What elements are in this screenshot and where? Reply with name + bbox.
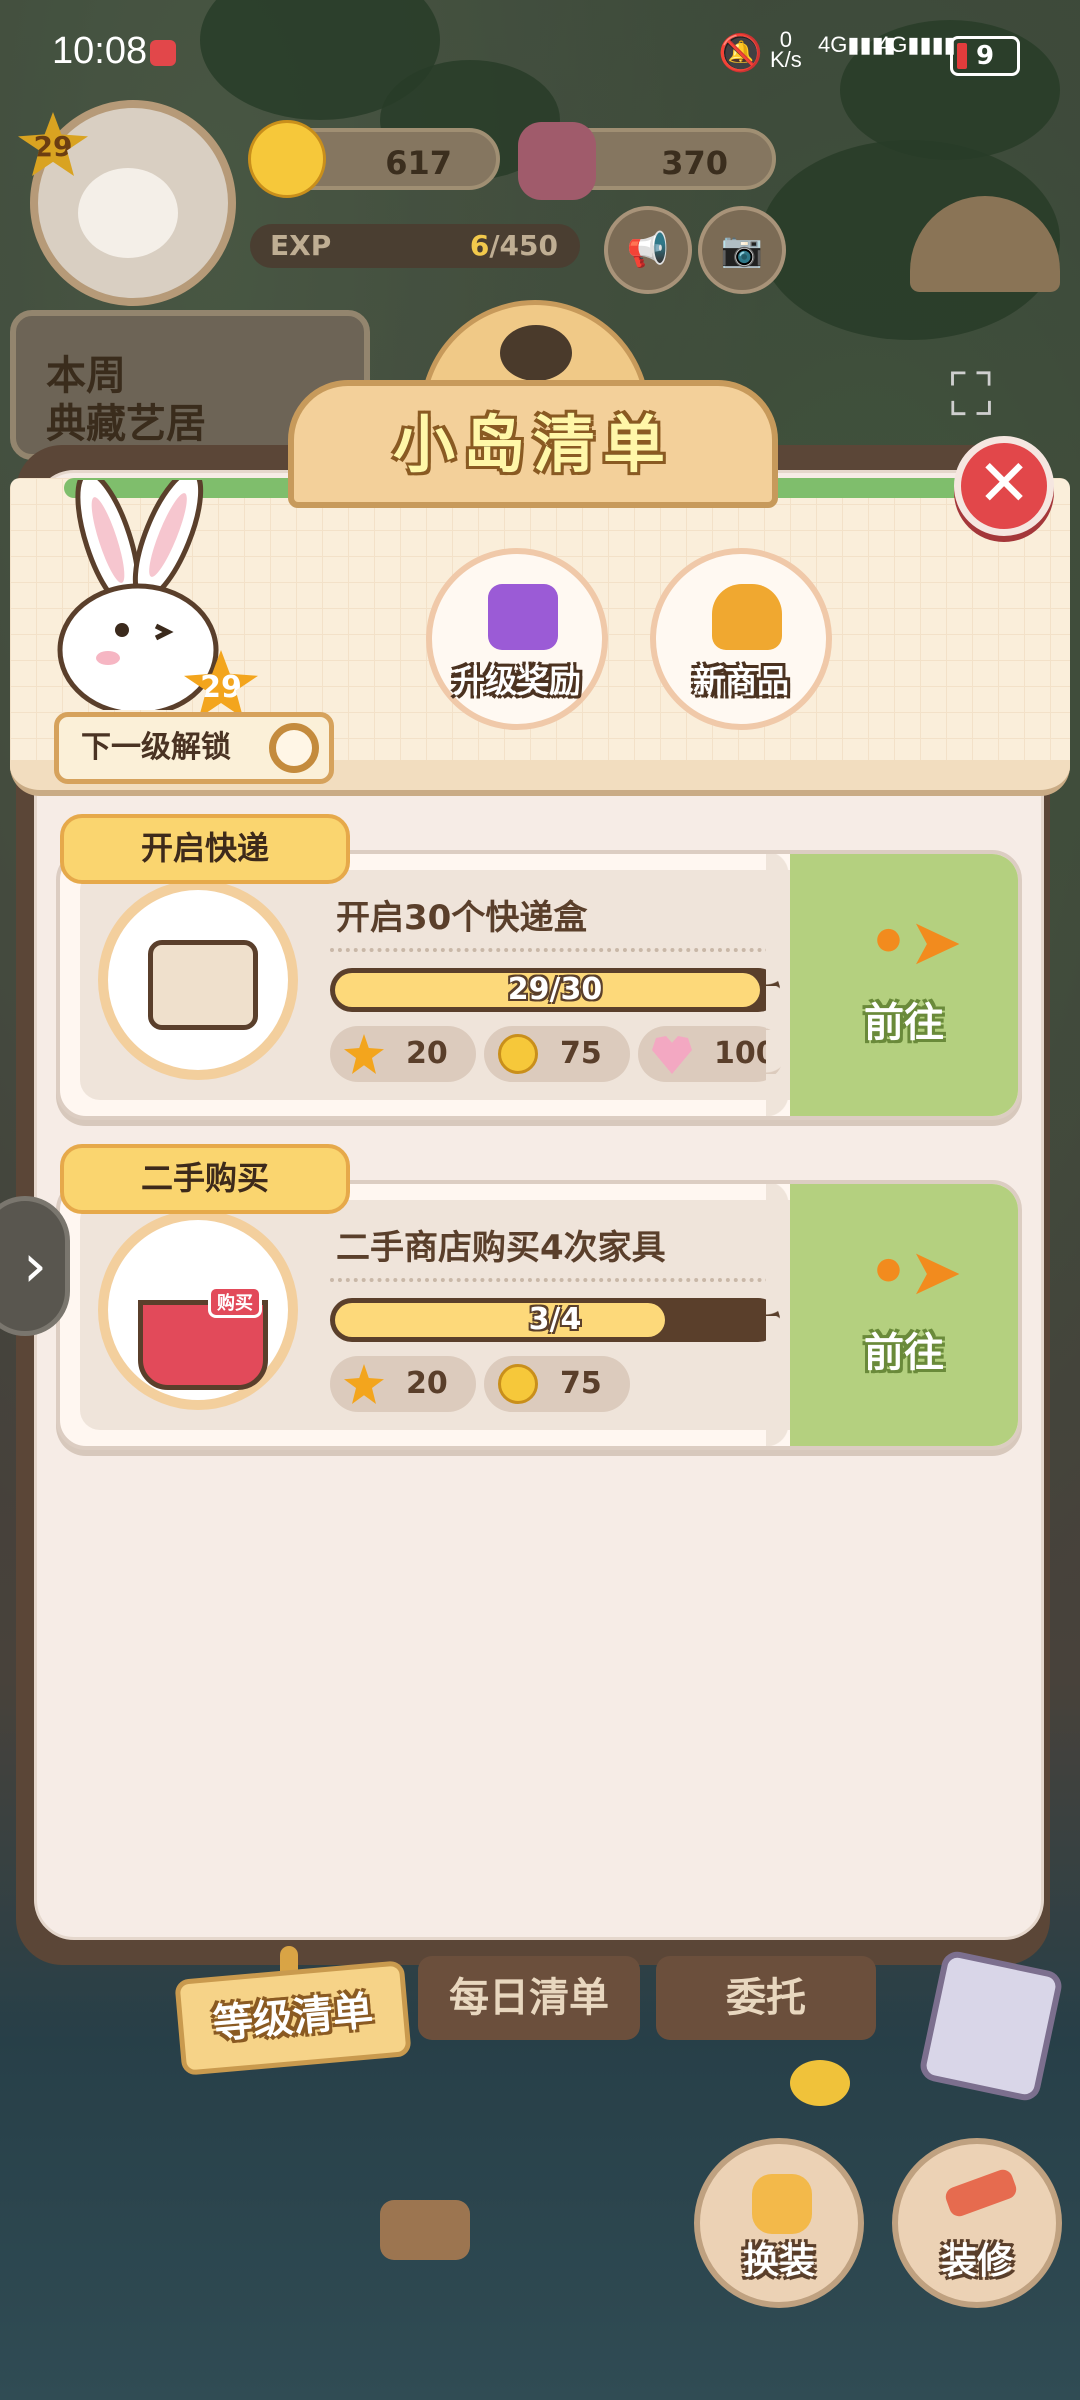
signal-icon: 4G▮▮▮▮ [878,32,956,57]
tab-level-list[interactable]: 等级清单 [174,1960,412,2076]
buy-badge: 购买 [208,1286,262,1318]
rubber-duck-icon [790,2060,850,2106]
exp-value: 6/450 [469,229,558,262]
divider [330,948,770,952]
tab-daily-list[interactable]: 每日清单 [418,1956,640,2040]
chevron-right-icon: › [23,1231,47,1301]
coin-icon [498,1034,538,1074]
side-expand-button[interactable]: › [0,1196,70,1336]
exp-label: EXP [270,229,332,262]
go-button[interactable]: •➤ 前往 [766,854,1018,1116]
shopping-basket-icon: 购买 [98,1210,298,1410]
heart-icon [518,122,596,200]
reward-star: 20 [330,1026,476,1082]
fullscreen-icon[interactable]: ⛶ [950,360,1020,430]
wave-edge [766,1184,816,1446]
wave-edge [766,854,816,1116]
close-button[interactable]: ✕ [954,436,1054,536]
task-tag-secondhand: 二手购买 [60,1144,350,1214]
task-title: 开启30个快递盒 [336,898,588,938]
status-bar: 10:08 🔕 0 K/s 4G▮▮▮▮ 4G▮▮▮▮ 9 [0,0,1080,110]
go-label: 前往 [864,1330,944,1376]
upgrade-reward-label: 升级奖励 [452,662,581,700]
notification-icon [150,40,176,66]
next-level-unlock-label[interactable]: 下一级解锁 [54,712,334,784]
megaphone-icon: 📢 [626,230,670,270]
task-progress-bar: 3/4 [330,1298,780,1342]
divider [330,1278,770,1282]
arrow-right-icon: •➤ [868,906,963,980]
go-label: 前往 [864,1000,944,1046]
task-progress-text: 3/4 [528,1302,582,1337]
mute-icon: 🔕 [718,32,763,73]
reward-star: 20 [330,1356,476,1412]
announcement-button[interactable]: 📢 [604,206,692,294]
title-hanger-hole [500,325,572,381]
star-icon [344,1034,384,1074]
decorate-button[interactable]: 装修 [892,2138,1062,2308]
player-avatar[interactable] [30,100,236,306]
task-progress-bar: 29/30 [330,968,780,1012]
coin-icon [248,120,326,198]
camera-button[interactable]: 📷 [698,206,786,294]
reward-heart: 100 [638,1026,784,1082]
clock: 10:08 [52,30,148,72]
paint-roller-icon [942,2166,1020,2220]
task-card-express: 开启30个快递盒 29/30 20 75 100 •➤ 前往 [56,850,1022,1120]
dress-up-button[interactable]: 换装 [694,2138,864,2308]
task-tag-express: 开启快递 [60,814,350,884]
heart-icon [652,1036,692,1074]
task-title: 二手商店购买4次家具 [336,1228,666,1268]
new-items-label: 新商品 [692,662,789,700]
gift-box-icon [488,584,558,650]
arrow-right-icon: •➤ [868,1236,963,1310]
bag-icon [712,584,782,650]
task-progress-text: 29/30 [507,972,603,1007]
task-card-secondhand: 购买 二手商店购买4次家具 3/4 20 75 •➤ 前往 [56,1180,1022,1450]
upgrade-reward-button[interactable]: 升级奖励 [426,548,608,730]
express-box-icon [98,880,298,1080]
sofa-icon [380,2200,470,2260]
title-plaque: 小岛清单 [288,380,778,508]
decorate-label: 装修 [940,2241,1013,2282]
tab-commission[interactable]: 委托 [656,1956,876,2040]
next-unlock-text: 下一级解锁 [81,730,231,765]
exp-bar: EXP 6/450 [250,224,580,268]
panel-title: 小岛清单 [392,408,673,481]
net-speed: 0 K/s [770,27,802,72]
new-items-button[interactable]: 新商品 [650,548,832,730]
reward-coin: 75 [484,1356,630,1412]
dress-up-label: 换装 [742,2241,815,2282]
magnifier-icon [269,723,319,773]
coin-icon [498,1364,538,1404]
battery-indicator: 9 [950,36,1020,76]
shirt-icon [752,2174,812,2234]
go-button[interactable]: •➤ 前往 [766,1184,1018,1446]
star-icon [344,1364,384,1404]
camera-icon: 📷 [720,230,764,270]
bunny-avatar-icon [78,168,178,258]
reward-coin: 75 [484,1026,630,1082]
